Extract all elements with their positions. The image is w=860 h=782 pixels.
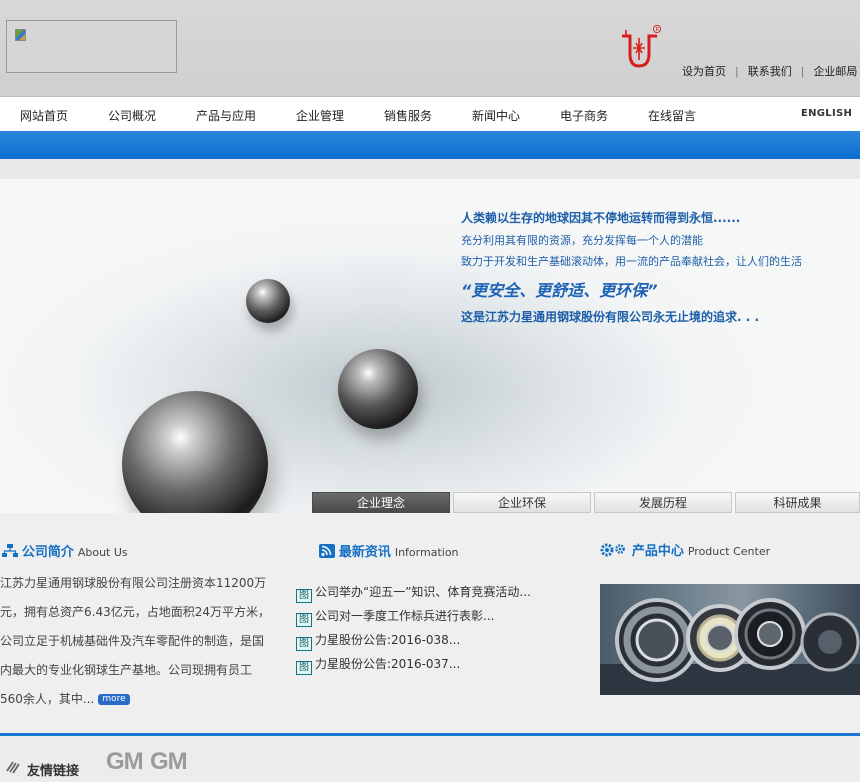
banner-slogan-2: 充分利用其有限的资源，充分发挥每一个人的潜能	[461, 234, 703, 247]
product-image[interactable]	[600, 584, 860, 695]
banner-slogan-4: “更安全、更舒适、更环保”	[461, 281, 658, 300]
site-logo-placeholder[interactable]	[6, 20, 177, 73]
friendly-links-label: 友情链接	[27, 764, 80, 779]
about-text: 江苏力星通用钢球股份有限公司注册资本11200万元，拥有总资产6.43亿元，占地…	[0, 569, 272, 714]
nav-home[interactable]: 网站首页	[20, 107, 68, 124]
about-more-button[interactable]: more	[98, 694, 130, 705]
set-homepage-link[interactable]: 设为首页	[682, 65, 726, 78]
nav-sales-service[interactable]: 销售服务	[384, 107, 432, 124]
steel-ball-small	[246, 279, 290, 323]
nav-news[interactable]: 新闻中心	[472, 107, 520, 124]
nav-ecommerce[interactable]: 电子商务	[560, 107, 608, 124]
brand-logo-icon: R	[622, 24, 662, 68]
about-body: 江苏力星通用钢球股份有限公司注册资本11200万元，拥有总资产6.43亿元，占地…	[0, 576, 270, 706]
steel-ball-medium	[338, 349, 418, 429]
products-title-cn: 产品中心	[631, 544, 684, 559]
bearings-image	[600, 598, 860, 695]
content-section: 公司简介 About Us 江苏力星通用钢球股份有限公司注册资本11200万元，拥…	[0, 513, 860, 733]
news-item[interactable]: 图力星股份公告:2016-037...	[296, 655, 531, 679]
nav-sub-bar	[0, 131, 860, 159]
nav-guestbook[interactable]: 在线留言	[648, 107, 696, 124]
site-header: R 设为首页 | 联系我们 | 企业邮局	[0, 0, 860, 96]
footer: 友情链接 GM GM	[0, 736, 860, 782]
about-title: 公司简介 About Us	[2, 541, 128, 560]
news-list: 图公司举办“迎五一”知识、体育竞赛活动... 图公司对一季度工作标兵进行表彰..…	[296, 583, 531, 679]
tab-history[interactable]: 发展历程	[594, 492, 732, 513]
nav-management[interactable]: 企业管理	[296, 107, 344, 124]
news-item[interactable]: 图力星股份公告:2016-038...	[296, 631, 531, 655]
partner-logo-gm[interactable]: GM	[106, 748, 144, 776]
news-title-cn: 最新资讯	[338, 545, 391, 560]
svg-text:R: R	[656, 27, 660, 33]
enterprise-mail-link[interactable]: 企业邮局	[813, 65, 857, 78]
nav-company-overview[interactable]: 公司概况	[108, 107, 156, 124]
link-chain-icon	[6, 761, 20, 774]
image-tag-icon: 图	[296, 589, 312, 603]
hero-banner: 人类赖以生存的地球因其不停地运转而得到永恒...... 充分利用其有限的资源，充…	[0, 179, 860, 513]
tab-environment[interactable]: 企业环保	[453, 492, 591, 513]
banner-slogan-1: 人类赖以生存的地球因其不停地运转而得到永恒......	[461, 211, 741, 225]
banner-top-gap	[0, 159, 860, 179]
banner-slogan-5: 这是江苏力星通用钢球股份有限公司永无止境的追求. . .	[461, 310, 760, 324]
banner-slogan-3: 致力于开发和生产基础滚动体，用一流的产品奉献社会，让人们的生活	[461, 255, 802, 268]
image-tag-icon: 图	[296, 661, 312, 675]
org-chart-icon	[2, 544, 18, 557]
broken-image-icon	[15, 29, 26, 41]
gears-icon	[600, 543, 625, 557]
tab-philosophy[interactable]: 企业理念	[312, 492, 450, 513]
about-title-en: About Us	[77, 546, 128, 559]
contact-us-link[interactable]: 联系我们	[748, 65, 792, 78]
top-links: 设为首页 | 联系我们 | 企业邮局	[682, 65, 858, 78]
products-title: 产品中心 Product Center	[600, 540, 770, 559]
rss-icon	[319, 544, 335, 558]
main-nav: 网站首页 公司概况 产品与应用 企业管理 销售服务 新闻中心 电子商务 在线留言…	[0, 96, 860, 131]
news-title-en: Information	[394, 546, 459, 559]
nav-products[interactable]: 产品与应用	[196, 107, 256, 124]
about-title-cn: 公司简介	[21, 545, 74, 560]
image-tag-icon: 图	[296, 637, 312, 651]
news-item[interactable]: 图公司举办“迎五一”知识、体育竞赛活动...	[296, 583, 531, 607]
news-item[interactable]: 图公司对一季度工作标兵进行表彰...	[296, 607, 531, 631]
partner-logo-gm[interactable]: GM	[150, 748, 188, 776]
products-title-en: Product Center	[687, 545, 771, 558]
news-title: 最新资讯 Information	[319, 541, 459, 560]
nav-english[interactable]: ENGLISH	[801, 108, 852, 119]
steel-ball-large	[122, 391, 268, 513]
tab-research[interactable]: 科研成果	[735, 492, 860, 513]
image-tag-icon: 图	[296, 613, 312, 627]
